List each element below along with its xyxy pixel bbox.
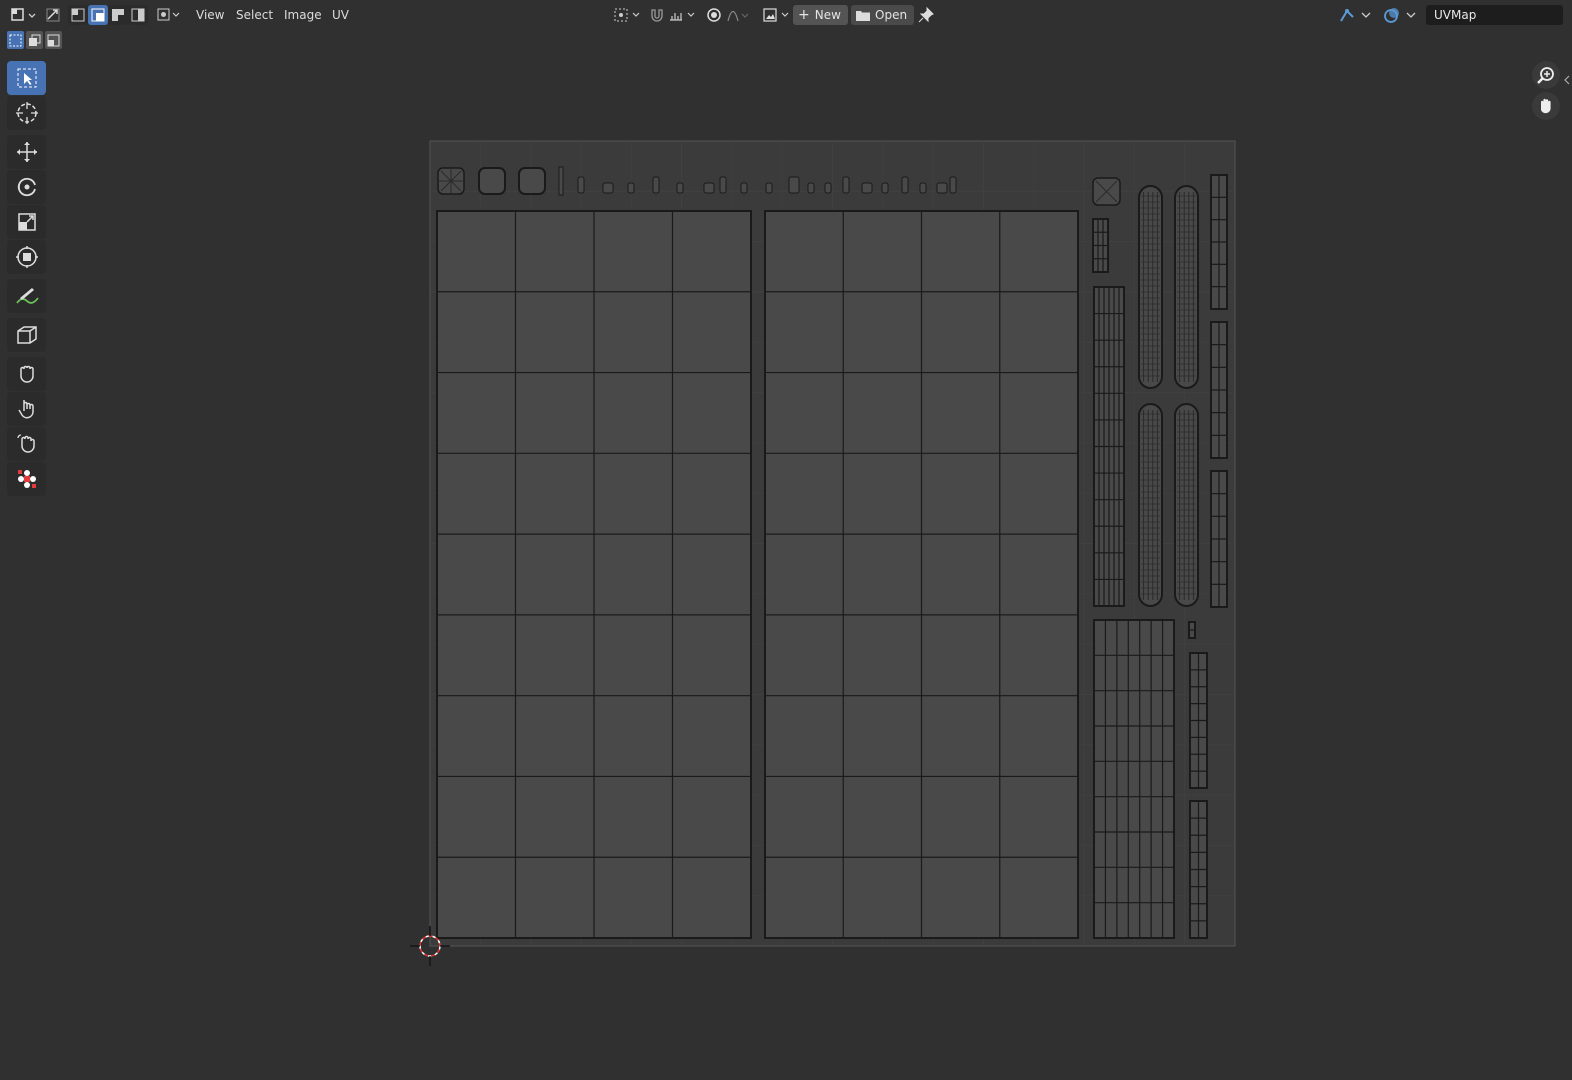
uv-island xyxy=(703,182,715,194)
uv-island xyxy=(842,176,850,194)
uv-island xyxy=(824,182,832,194)
uv-viewport[interactable] xyxy=(0,0,1572,1080)
uv-edge xyxy=(438,168,464,194)
uv-island xyxy=(602,182,614,194)
uv-island xyxy=(740,182,748,194)
uv-island xyxy=(788,176,800,194)
uv-island xyxy=(676,182,684,194)
uv-island xyxy=(901,176,909,194)
uv-island xyxy=(478,167,506,195)
uv-island xyxy=(627,182,635,194)
uv-island xyxy=(558,166,564,196)
uv-island xyxy=(861,182,873,194)
uv-island xyxy=(719,176,727,194)
uv-island xyxy=(807,182,815,194)
uv-island xyxy=(919,182,927,194)
uv-island xyxy=(765,182,773,194)
uv-island xyxy=(518,167,546,195)
uv-island xyxy=(577,176,585,194)
uv-island xyxy=(949,176,957,194)
uv-island xyxy=(652,176,660,194)
uv-island xyxy=(881,182,889,194)
uv-island xyxy=(936,182,948,194)
